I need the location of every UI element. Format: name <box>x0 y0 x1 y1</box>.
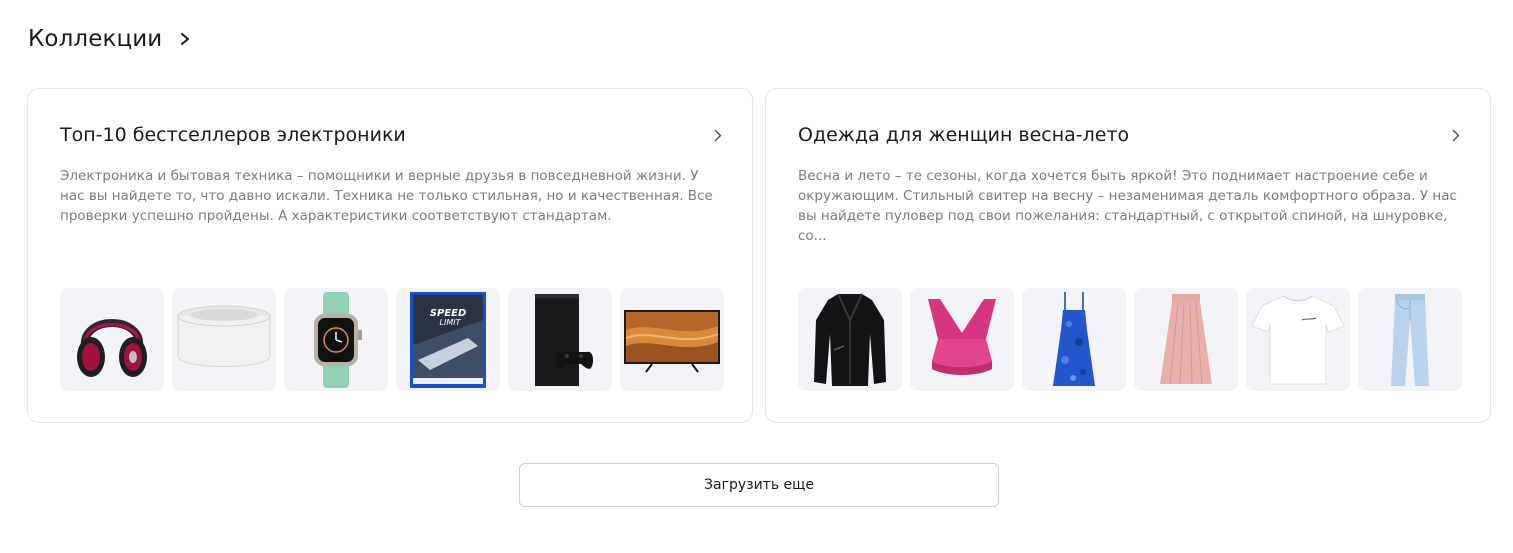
chevron-right-icon <box>181 33 190 45</box>
collection-description: Весна и лето – те сезоны, когда хочется … <box>798 168 1457 244</box>
chevron-right-icon <box>1452 129 1460 142</box>
product-thumb-tv[interactable] <box>620 288 724 391</box>
product-thumb-smart-speaker[interactable] <box>172 288 276 391</box>
product-thumb-pleated-skirt[interactable] <box>1134 288 1238 391</box>
jeans-icon <box>1391 293 1429 386</box>
tv-icon <box>624 309 720 373</box>
game-console-icon <box>535 293 594 386</box>
product-thumbnails <box>798 288 1462 391</box>
product-thumb-t-shirt[interactable] <box>1246 288 1350 391</box>
smartwatch-icon <box>314 291 362 388</box>
t-shirt-icon <box>1251 294 1345 384</box>
game-disc-icon: SPEED LIMIT <box>410 291 486 388</box>
collection-title: Одежда для женщин весна-лето <box>798 124 1130 146</box>
collection-title: Топ-10 бестселлеров электроники <box>60 124 406 146</box>
collection-description: Электроника и бытовая техника – помощник… <box>60 168 713 224</box>
smart-speaker-icon <box>177 305 271 367</box>
product-thumb-sports-bra[interactable] <box>910 288 1014 391</box>
product-thumb-dress[interactable] <box>1022 288 1126 391</box>
product-thumb-headphones[interactable] <box>60 288 164 391</box>
product-thumb-leather-jacket[interactable] <box>798 288 902 391</box>
product-thumb-game-console[interactable] <box>508 288 612 391</box>
product-thumbnails: SPEED LIMIT <box>60 288 724 391</box>
headphones-icon <box>77 318 147 377</box>
product-thumb-smartwatch[interactable] <box>284 288 388 391</box>
svg-text:LIMIT: LIMIT <box>440 318 462 327</box>
load-more-button[interactable]: Загрузить еще <box>519 463 999 507</box>
collection-card-electronics[interactable]: Топ-10 бестселлеров электроники Электрон… <box>27 88 753 423</box>
product-thumb-jeans[interactable] <box>1358 288 1462 391</box>
pleated-skirt-icon <box>1160 293 1212 384</box>
leather-jacket-icon <box>814 293 886 386</box>
chevron-right-icon <box>714 129 722 142</box>
section-title: Коллекции <box>28 26 163 52</box>
dress-icon <box>1053 291 1095 386</box>
collection-card-womens-clothing[interactable]: Одежда для женщин весна-лето Весна и лет… <box>765 88 1491 423</box>
product-thumb-game-disc[interactable]: SPEED LIMIT <box>396 288 500 391</box>
sports-bra-icon <box>928 298 996 375</box>
collections-header[interactable]: Коллекции <box>28 26 190 52</box>
